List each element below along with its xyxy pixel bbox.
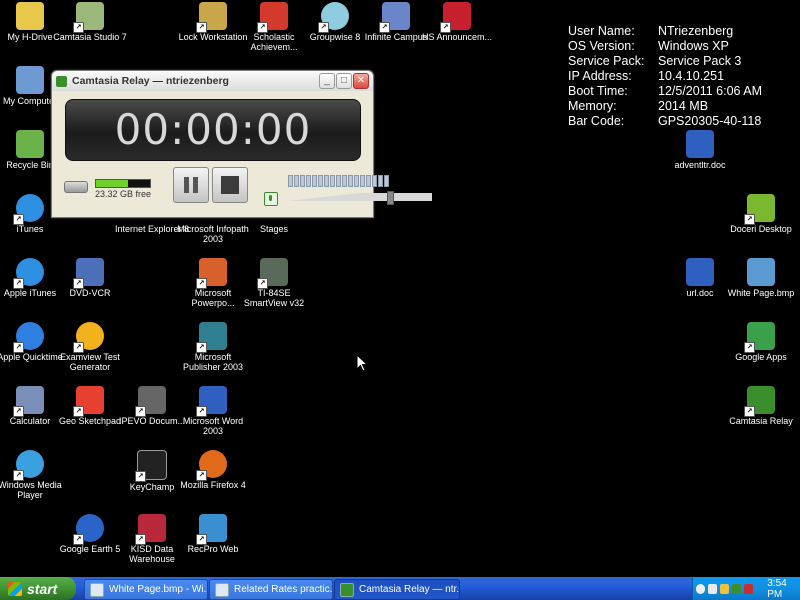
powerpoint-icon: ↗ — [196, 258, 227, 289]
sketchpad-icon: ↗ — [73, 386, 104, 417]
sysinfo-row: Memory: 2014 MB — [568, 99, 709, 113]
volume-slider[interactable] — [288, 191, 432, 205]
desktop-icon-publisher[interactable]: ↗ Microsoft Publisher 2003 — [175, 322, 251, 372]
maximize-button[interactable]: □ — [336, 73, 352, 89]
bitmap-image-icon — [747, 258, 775, 286]
hard-drive-icon — [64, 181, 88, 193]
calculator-icon: ↗ — [13, 386, 44, 417]
camtasia-relay-icon: ↗ — [744, 386, 775, 417]
sysinfo-row: IP Address: 10.4.10.251 — [568, 69, 725, 83]
sysinfo-row: Service Pack: Service Pack 3 — [568, 54, 742, 68]
taskbar-item-related-rates[interactable]: Related Rates practic... — [209, 579, 333, 600]
desktop-icon-hs-announcements[interactable]: ↗ HS Announcem... — [419, 2, 495, 42]
infinite-campus-icon: ↗ — [379, 2, 410, 33]
dvd-vcr-icon: ↗ — [73, 258, 104, 289]
sysinfo-row: User Name: NTriezenberg — [568, 24, 734, 38]
desktop-icon-google-apps[interactable]: ↗ Google Apps — [723, 322, 799, 362]
tray-app-icon[interactable] — [732, 583, 742, 594]
camtasia-relay-window[interactable]: Camtasia Relay — ntriezenberg _ □ ✕ 00:0… — [51, 70, 432, 218]
word-document-icon — [686, 130, 714, 158]
document-camera-icon: ↗ — [135, 386, 166, 417]
microphone-icon[interactable] — [264, 192, 278, 206]
desktop-icon-camtasia-studio[interactable]: ↗ Camtasia Studio 7 — [52, 2, 128, 42]
disk-space-bar — [95, 179, 151, 188]
google-earth-icon: ↗ — [73, 514, 104, 545]
volume-track — [288, 193, 432, 201]
itunes-icon: ↗ — [13, 194, 44, 225]
desktop-icon-ti84-smartview[interactable]: ↗ TI-84SE SmartView v32 — [236, 258, 312, 308]
recycle-bin-icon — [16, 130, 44, 158]
document-icon — [215, 582, 229, 597]
volume-slider-thumb[interactable] — [387, 191, 395, 205]
desktop-icon-windows-media-player[interactable]: ↗ Windows Media Player — [0, 450, 68, 500]
firefox-icon: ↗ — [196, 450, 227, 481]
pause-icon — [184, 177, 189, 193]
desktop-icon-doceri-desktop[interactable]: ↗ Doceri Desktop — [723, 194, 799, 234]
taskbar: start White Page.bmp - Wi... Related Rat… — [0, 577, 800, 600]
stop-button[interactable] — [212, 167, 248, 203]
desktop-icon-recpro-web[interactable]: ↗ RecPro Web — [175, 514, 251, 554]
groupwise-icon: ↗ — [318, 2, 349, 33]
sysinfo-row: Bar Code: GPS20305-40-118 — [568, 114, 762, 128]
calculator-device-icon: ↗ — [257, 258, 288, 289]
paint-icon — [90, 582, 104, 597]
doceri-icon: ↗ — [744, 194, 775, 225]
desktop-icon-dvd-vcr[interactable]: ↗ DVD-VCR — [52, 258, 128, 298]
system-info-panel: User Name: NTriezenberg OS Version: Window… — [568, 24, 762, 129]
camtasia-relay-icon — [340, 582, 354, 597]
itunes-icon: ↗ — [13, 258, 44, 289]
tray-app-icon[interactable] — [708, 583, 718, 594]
desktop-icon-adventltr-doc[interactable]: adventltr.doc — [662, 130, 738, 170]
tray-app-icon[interactable] — [744, 583, 754, 594]
minimize-button[interactable]: _ — [319, 73, 335, 89]
sysinfo-row: OS Version: Windows XP — [568, 39, 729, 53]
tray-arrow-icon[interactable] — [696, 583, 706, 594]
data-warehouse-icon: ↗ — [135, 514, 166, 545]
computer-icon — [16, 66, 44, 94]
sysinfo-row: Boot Time: 12/5/2011 6:06 AM — [568, 84, 763, 98]
google-apps-icon: ↗ — [744, 322, 775, 353]
keychamp-icon: ↗ — [135, 450, 167, 482]
mouse-pointer-icon — [356, 354, 368, 372]
start-button[interactable]: start — [0, 577, 76, 600]
folder-icon — [16, 2, 44, 30]
tray-app-icon[interactable] — [720, 583, 730, 594]
lock-icon: ↗ — [196, 2, 227, 33]
examview-icon: ↗ — [73, 322, 104, 353]
window-title: Camtasia Relay — ntriezenberg — [72, 75, 229, 87]
taskbar-item-white-page[interactable]: White Page.bmp - Wi... — [84, 579, 208, 600]
disk-space-fill — [96, 180, 129, 187]
pause-icon — [193, 177, 198, 193]
quicktime-icon: ↗ — [13, 322, 44, 353]
word-document-icon — [686, 258, 714, 286]
close-button[interactable]: ✕ — [353, 73, 369, 89]
system-tray: 3:54 PM — [692, 577, 800, 600]
stop-icon — [221, 176, 239, 194]
taskbar-clock[interactable]: 3:54 PM — [767, 578, 800, 600]
desktop-icon-white-page-bmp[interactable]: White Page.bmp — [723, 258, 799, 298]
scholastic-icon: ↗ — [257, 2, 288, 33]
camtasia-logo-icon — [56, 75, 67, 87]
desktop-icon-examview[interactable]: ↗ Examview Test Generator — [52, 322, 128, 372]
publisher-icon: ↗ — [196, 322, 227, 353]
recording-timer: 00:00:00 — [65, 99, 361, 161]
camtasia-studio-icon: ↗ — [73, 2, 104, 33]
media-player-icon: ↗ — [13, 450, 44, 481]
windows-logo-icon — [8, 581, 22, 596]
word-icon: ↗ — [196, 386, 227, 417]
desktop-icon-word[interactable]: ↗ Microsoft Word 2003 — [175, 386, 251, 436]
audio-level-meter — [288, 175, 389, 187]
desktop-icon-camtasia-relay[interactable]: ↗ Camtasia Relay — [723, 386, 799, 426]
announcement-icon: ↗ — [440, 2, 471, 33]
pause-button[interactable] — [173, 167, 209, 203]
recpro-icon: ↗ — [196, 514, 227, 545]
desktop-icon-firefox[interactable]: ↗ Mozilla Firefox 4 — [175, 450, 251, 490]
taskbar-item-camtasia-relay[interactable]: Camtasia Relay — ntr... — [334, 579, 460, 600]
disk-free-label: 23.32 GB free — [95, 189, 152, 199]
